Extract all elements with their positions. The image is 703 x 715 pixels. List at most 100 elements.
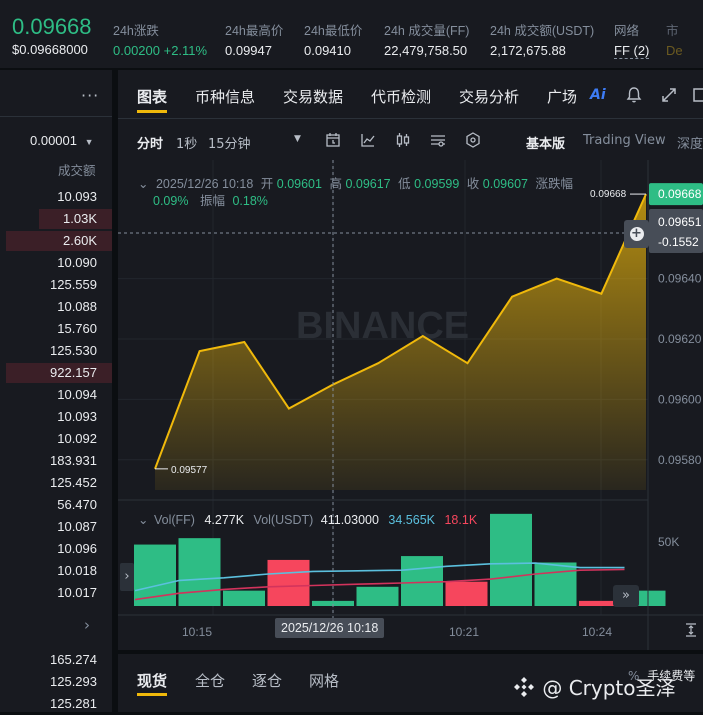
order-book-row[interactable]: 125.559 bbox=[0, 274, 112, 296]
vol-usdt-value: 411.03000 bbox=[321, 513, 379, 527]
indicator-icon[interactable] bbox=[359, 131, 377, 149]
tab-trading-data[interactable]: 交易数据 bbox=[283, 86, 343, 107]
tab-grid[interactable]: 网格 bbox=[309, 670, 339, 691]
vol-ma1-value: 34.565K bbox=[388, 513, 435, 527]
volume-tick-label: 50K bbox=[658, 535, 679, 549]
order-book-row[interactable]: 56.470 bbox=[0, 494, 112, 516]
crosshair-price-text: 0.09651 bbox=[658, 215, 702, 229]
price-tick-label: 0.09600 bbox=[658, 392, 702, 406]
interval-timeline[interactable]: 分时 bbox=[137, 133, 163, 152]
caret-down-icon: ▼ bbox=[85, 137, 94, 147]
watermark-logo: BINANCE bbox=[296, 305, 469, 347]
watermark-text: @ Crypto圣泽 bbox=[542, 676, 675, 700]
stat-value-change: 0.00200 +2.11% bbox=[113, 43, 207, 58]
tradingview-toggle[interactable]: Trading View bbox=[583, 133, 666, 148]
network-selector[interactable]: FF (2) bbox=[614, 43, 649, 59]
interval-1s[interactable]: 1秒 bbox=[176, 133, 197, 152]
order-book-row[interactable]: 125.452 bbox=[0, 472, 112, 494]
order-book-row[interactable]: 165.274 bbox=[0, 649, 112, 671]
order-book-row[interactable]: 10.093 bbox=[0, 186, 112, 208]
order-book-row[interactable]: 922.157 bbox=[0, 362, 112, 384]
order-book-amount: 125.530 bbox=[50, 343, 97, 358]
tab-cross[interactable]: 全仓 bbox=[195, 670, 225, 691]
chevron-right-icon[interactable]: › bbox=[84, 616, 90, 634]
active-tab-indicator bbox=[137, 110, 167, 113]
interval-15m[interactable]: 15分钟 bbox=[208, 133, 251, 152]
scroll-left-button[interactable]: › bbox=[120, 563, 134, 591]
ohlc-low: 0.09599 bbox=[414, 177, 459, 191]
order-book-row[interactable]: 15.760 bbox=[0, 318, 112, 340]
precision-selector[interactable]: 0.00001 ▼ bbox=[30, 133, 94, 148]
volume-bar bbox=[179, 538, 221, 606]
stat-value-volume: 22,479,758.50 bbox=[384, 43, 467, 58]
interval-dropdown-icon[interactable]: ▼ bbox=[294, 134, 301, 144]
order-book-amount: 10.096 bbox=[57, 541, 97, 556]
order-book-amount: 10.093 bbox=[57, 189, 97, 204]
layout-icon[interactable] bbox=[692, 86, 703, 104]
bell-icon[interactable] bbox=[625, 86, 643, 104]
tab-isolated[interactable]: 逐仓 bbox=[252, 670, 282, 691]
order-book-amount: 10.088 bbox=[57, 299, 97, 314]
ohlc-change-label: 涨跌幅 bbox=[535, 177, 573, 191]
time-tick-label: 10:21 bbox=[449, 625, 479, 639]
order-book-row[interactable]: 125.293 bbox=[0, 671, 112, 693]
volume-legend: ⌄ Vol(FF) 4.277K Vol(USDT) 411.03000 34.… bbox=[138, 512, 477, 527]
order-book-row[interactable]: 10.018 bbox=[0, 560, 112, 582]
price-chart[interactable]: BINANCE 0.09640 0.09620 0.09600 0.09580 0.09… bbox=[118, 160, 703, 650]
tab-spot[interactable]: 现货 bbox=[137, 670, 167, 691]
depth-toggle[interactable]: 深度 bbox=[677, 133, 703, 152]
order-book-amount: 183.931 bbox=[50, 453, 97, 468]
settings-sliders-icon[interactable] bbox=[429, 131, 447, 149]
last-price-usd: $0.09668000 bbox=[12, 42, 88, 57]
order-book-amount: 10.093 bbox=[57, 409, 97, 424]
time-tick-label: 10:15 bbox=[182, 625, 212, 639]
crosshair-time-label: 2025/12/26 10:18 bbox=[275, 618, 384, 638]
candle-icon[interactable] bbox=[394, 131, 412, 149]
tab-square[interactable]: 广场 bbox=[547, 86, 577, 107]
scroll-to-latest-button[interactable]: » bbox=[613, 585, 639, 607]
volume-bar bbox=[490, 514, 532, 606]
tab-trade-analysis[interactable]: 交易分析 bbox=[459, 86, 519, 107]
order-book-row[interactable]: 10.093 bbox=[0, 406, 112, 428]
order-book-row[interactable]: 10.092 bbox=[0, 428, 112, 450]
tab-coin-info[interactable]: 币种信息 bbox=[195, 86, 255, 107]
order-book-amount: 125.293 bbox=[50, 674, 97, 689]
crosshair-change-text: -0.1552 bbox=[658, 235, 699, 249]
ohlc-amp-label: 振幅 bbox=[200, 194, 225, 208]
tab-chart[interactable]: 图表 bbox=[137, 86, 167, 107]
collapse-chevron-icon[interactable]: ⌄ bbox=[138, 177, 148, 191]
column-header-amount: 成交额 bbox=[58, 160, 96, 179]
hexagon-settings-icon[interactable] bbox=[464, 131, 482, 149]
stat-label-low: 24h最低价 bbox=[304, 20, 362, 39]
order-book-row[interactable]: 2.60K bbox=[0, 230, 112, 252]
axis-scale-icon[interactable] bbox=[684, 622, 698, 638]
order-book-row[interactable]: 10.017 bbox=[0, 582, 112, 604]
price-tick-label: 0.09640 bbox=[658, 272, 702, 286]
order-book-row[interactable]: 10.096 bbox=[0, 538, 112, 560]
price-tick-label: 0.09620 bbox=[658, 332, 702, 346]
order-book-row[interactable]: 1.03K bbox=[0, 208, 112, 230]
order-book-row[interactable]: 10.090 bbox=[0, 252, 112, 274]
basic-view-toggle[interactable]: 基本版 bbox=[526, 133, 565, 152]
tab-token-check[interactable]: 代币检测 bbox=[371, 86, 431, 107]
order-book-row[interactable]: 10.087 bbox=[0, 516, 112, 538]
stat-label-high: 24h最高价 bbox=[225, 20, 283, 39]
ai-icon[interactable]: Ai bbox=[590, 87, 606, 103]
max-price-label: 0.09668 bbox=[590, 189, 627, 200]
order-book-amount: 165.274 bbox=[50, 652, 97, 667]
more-dots-icon[interactable]: ··· bbox=[81, 86, 99, 105]
vol-usdt-label: Vol(USDT) bbox=[254, 513, 314, 527]
order-book-row[interactable]: 10.094 bbox=[0, 384, 112, 406]
order-book-row[interactable]: 10.088 bbox=[0, 296, 112, 318]
calendar-icon[interactable] bbox=[324, 131, 342, 149]
ohlc-amp: 0.18% bbox=[232, 194, 267, 208]
volume-bar bbox=[223, 591, 265, 606]
add-alert-button[interactable]: + bbox=[624, 220, 649, 248]
collapse-chevron-icon[interactable]: ⌄ bbox=[138, 513, 148, 527]
price-tick-label: 0.09580 bbox=[658, 453, 702, 467]
expand-icon[interactable] bbox=[660, 86, 678, 104]
order-book-row[interactable]: 125.530 bbox=[0, 340, 112, 362]
order-book-row[interactable]: 183.931 bbox=[0, 450, 112, 472]
divider bbox=[0, 116, 112, 117]
ohlc-legend-line2: 0.09% 振幅 0.18% bbox=[153, 190, 268, 209]
